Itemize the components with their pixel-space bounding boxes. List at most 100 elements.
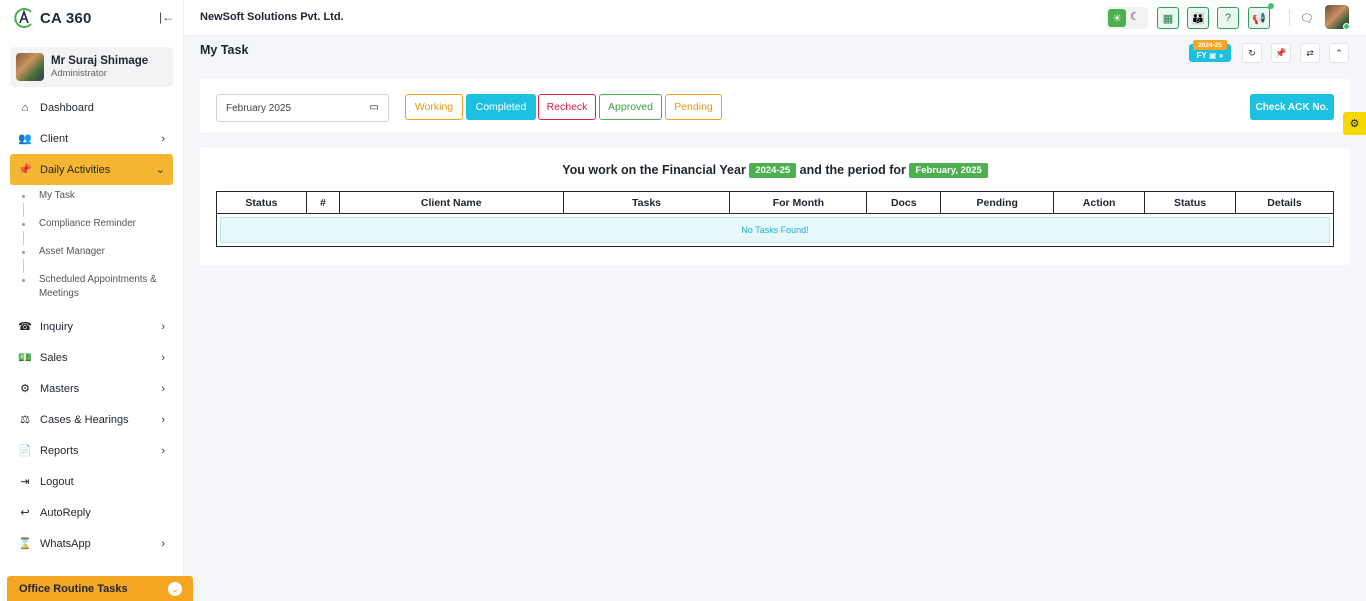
- tasks-card: You work on the Financial Year 2024-25 a…: [200, 148, 1350, 265]
- approved-filter-button[interactable]: Approved: [599, 94, 662, 120]
- period-summary: You work on the Financial Year 2024-25 a…: [200, 163, 1350, 178]
- chevron-right-icon: ›: [161, 320, 165, 333]
- summary-prefix: You work on the Financial Year: [562, 163, 746, 177]
- app-logo[interactable]: CA 360: [12, 6, 92, 30]
- submenu-item-my-task[interactable]: My Task: [22, 189, 173, 203]
- collapse-sidebar-icon[interactable]: |←: [159, 10, 174, 24]
- home-icon: ⌂: [21, 101, 29, 114]
- calendar-icon: ▣: [1209, 51, 1217, 60]
- sidebar-item-label: Masters: [40, 382, 80, 395]
- submenu-item-scheduled-appointments[interactable]: Scheduled Appointments & Meetings: [22, 273, 157, 301]
- daily-activities-submenu: My Task Compliance Reminder Asset Manage…: [10, 185, 173, 311]
- calendar-icon[interactable]: ▭: [370, 102, 379, 113]
- pending-filter-button[interactable]: Pending: [665, 94, 722, 120]
- chevron-right-icon: ›: [161, 413, 165, 426]
- reply-icon: ↩: [20, 507, 30, 519]
- logout-icon: ⇥: [20, 476, 30, 488]
- sidebar-item-label: AutoReply: [40, 506, 91, 519]
- sidebar-item-label: Inquiry: [40, 320, 74, 333]
- collapse-up-icon[interactable]: ⌃: [1329, 43, 1349, 63]
- qr-icon[interactable]: ▦: [1157, 7, 1179, 29]
- submenu-item-compliance-reminder[interactable]: Compliance Reminder: [22, 217, 173, 231]
- sidebar-item-label: WhatsApp: [40, 537, 91, 550]
- office-routine-tasks-bar[interactable]: Office Routine Tasks ⌄: [7, 576, 193, 601]
- chevron-right-icon: ›: [161, 132, 165, 145]
- megaphone-icon[interactable]: 📢: [1248, 7, 1270, 29]
- users-icon: 👥: [18, 133, 32, 145]
- chevron-right-icon: ›: [161, 537, 165, 550]
- col-index: #: [305, 191, 340, 214]
- recheck-filter-button[interactable]: Recheck: [538, 94, 596, 120]
- chevron-down-icon: ⌄: [155, 164, 165, 176]
- sun-icon[interactable]: ☀: [1108, 9, 1126, 27]
- working-filter-button[interactable]: Working: [405, 94, 463, 120]
- notification-dot: [1268, 3, 1274, 9]
- empty-state-message: No Tasks Found!: [220, 217, 1330, 243]
- sidebar-nav: ⌂ Dashboard 👥 Client › 📌 Daily Activitie…: [10, 92, 173, 559]
- avatar: [16, 53, 44, 81]
- top-header: NewSoft Solutions Pvt. Ltd. ☀ ☾ ▦ 👪 ? 📢 …: [184, 0, 1366, 36]
- sidebar-item-label: Sales: [40, 351, 68, 364]
- financial-year-pill: 2024-25: [749, 163, 797, 178]
- period-pill: February, 2025: [909, 163, 988, 178]
- hourglass-icon: ⌛: [18, 538, 32, 550]
- sidebar-item-label: Daily Activities: [40, 163, 111, 176]
- sidebar-item-label: Reports: [40, 444, 79, 457]
- sidebar-item-inquiry[interactable]: ☎ Inquiry ›: [10, 311, 173, 342]
- chevron-down-icon: »: [1218, 51, 1224, 60]
- sidebar-item-label: Client: [40, 132, 69, 145]
- table-row: No Tasks Found!: [216, 213, 1334, 247]
- user-card[interactable]: Mr Suraj Shimage Administrator: [10, 47, 173, 87]
- sidebar-item-daily-activities[interactable]: 📌 Daily Activities ⌄: [10, 154, 173, 185]
- refresh-icon[interactable]: ↻: [1242, 43, 1262, 63]
- sidebar-item-label: Dashboard: [40, 101, 94, 114]
- money-icon: 💵: [18, 352, 32, 364]
- sidebar-item-dashboard[interactable]: ⌂ Dashboard: [10, 92, 173, 123]
- month-value: February 2025: [226, 102, 292, 114]
- month-picker-input[interactable]: February 2025 ▭: [216, 94, 389, 122]
- sidebar-item-masters[interactable]: ⚙ Masters ›: [10, 373, 173, 404]
- settings-gear-icon[interactable]: ⚙: [1343, 112, 1366, 135]
- col-status: Status: [216, 191, 307, 214]
- sidebar-item-logout[interactable]: ⇥ Logout: [10, 466, 173, 497]
- filter-card: February 2025 ▭ Working Completed Rechec…: [200, 79, 1350, 132]
- chevron-down-icon[interactable]: ⌄: [168, 582, 182, 596]
- fy-button-label: FY: [1196, 51, 1207, 60]
- col-status-2: Status: [1144, 191, 1236, 214]
- table-header-row: Status # Client Name Tasks For Month Doc…: [216, 191, 1334, 214]
- chat-icon[interactable]: 🗨: [1296, 7, 1318, 29]
- fy-badge: 2024-25: [1193, 40, 1227, 50]
- check-ack-button[interactable]: Check ACK No.: [1250, 94, 1334, 120]
- sync-icon[interactable]: ⇄: [1300, 43, 1320, 63]
- submenu-item-asset-manager[interactable]: Asset Manager: [22, 245, 173, 259]
- office-routine-tasks-label: Office Routine Tasks: [19, 583, 128, 595]
- user-name: Mr Suraj Shimage: [51, 55, 149, 67]
- sidebar-item-cases-hearings[interactable]: ⚖ Cases & Hearings ›: [10, 404, 173, 435]
- completed-filter-button[interactable]: Completed: [466, 94, 536, 120]
- sidebar-item-reports[interactable]: 📄 Reports ›: [10, 435, 173, 466]
- chevron-right-icon: ›: [161, 382, 165, 395]
- gears-icon: ⚙: [20, 383, 30, 395]
- team-icon[interactable]: 👪: [1187, 7, 1209, 29]
- app-name: CA 360: [40, 9, 92, 27]
- sidebar-item-whatsapp[interactable]: ⌛ WhatsApp ›: [10, 528, 173, 559]
- sidebar-item-client[interactable]: 👥 Client ›: [10, 123, 173, 154]
- sidebar-item-autoreply[interactable]: ↩ AutoReply: [10, 497, 173, 528]
- scale-icon: ⚖: [20, 414, 30, 426]
- logo-icon: [12, 6, 36, 30]
- tasks-table: Status # Client Name Tasks For Month Doc…: [216, 191, 1334, 247]
- summary-middle: and the period for: [799, 163, 906, 177]
- help-icon[interactable]: ?: [1217, 7, 1239, 29]
- pin-icon: 📌: [18, 164, 32, 176]
- chevron-right-icon: ›: [161, 444, 165, 457]
- pin-icon[interactable]: 📌: [1271, 43, 1291, 63]
- file-icon: 📄: [18, 445, 32, 457]
- sidebar: CA 360 |← Mr Suraj Shimage Administrator…: [0, 0, 184, 601]
- moon-icon[interactable]: ☾: [1130, 10, 1140, 23]
- sidebar-item-sales[interactable]: 💵 Sales ›: [10, 342, 173, 373]
- col-tasks: Tasks: [562, 191, 731, 214]
- sidebar-item-label: Cases & Hearings: [40, 413, 129, 426]
- theme-toggle[interactable]: ☀ ☾: [1106, 7, 1148, 29]
- user-role: Administrator: [51, 68, 107, 79]
- phone-icon: ☎: [18, 321, 32, 333]
